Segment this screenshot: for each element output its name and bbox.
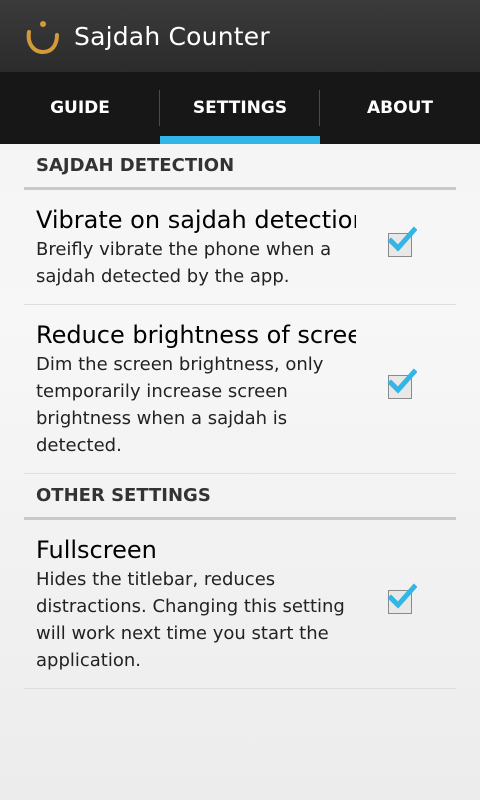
tab-bar: GUIDE SETTINGS ABOUT (0, 72, 480, 144)
pref-summary: Dim the screen brightness, only temporar… (36, 354, 324, 456)
action-bar: Sajdah Counter (0, 0, 480, 72)
section-header-other-settings: OTHER SETTINGS (24, 474, 456, 520)
fullscreen-checkbox[interactable] (387, 583, 417, 614)
tab-label: SETTINGS (192, 98, 288, 118)
tab-label: GUIDE (50, 98, 110, 118)
pref-title: Fullscreen (36, 536, 157, 564)
tab-settings[interactable]: SETTINGS (160, 72, 320, 144)
section-header-sajdah-detection: SAJDAH DETECTION (24, 144, 456, 190)
tab-label: ABOUT (367, 98, 433, 118)
app-title: Sajdah Counter (74, 21, 270, 51)
checkmark-icon (387, 368, 417, 394)
pref-title: Reduce brightness of screen (36, 321, 356, 349)
pref-summary: Hides the titlebar, reduces distractions… (36, 569, 345, 671)
checkmark-icon (387, 226, 417, 252)
pref-summary: Breifly vibrate the phone when a sajdah … (36, 239, 332, 287)
brightness-checkbox[interactable] (387, 368, 417, 399)
selected-tab-indicator (160, 136, 320, 144)
pref-fullscreen[interactable]: Fullscreen Hides the titlebar, reduces d… (24, 520, 456, 689)
tab-guide[interactable]: GUIDE (0, 72, 160, 144)
pref-reduce-brightness[interactable]: Reduce brightness of screen Dim the scre… (24, 305, 456, 474)
settings-list: SAJDAH DETECTION Vibrate on sajdah detec… (24, 144, 456, 689)
pref-vibrate-on-detection[interactable]: Vibrate on sajdah detection Breifly vibr… (24, 190, 456, 305)
tab-about[interactable]: ABOUT (320, 72, 480, 144)
nun-letter-icon[interactable] (22, 16, 62, 56)
pref-title: Vibrate on sajdah detection (36, 206, 356, 234)
checkmark-icon (387, 583, 417, 609)
vibrate-checkbox[interactable] (387, 226, 417, 257)
